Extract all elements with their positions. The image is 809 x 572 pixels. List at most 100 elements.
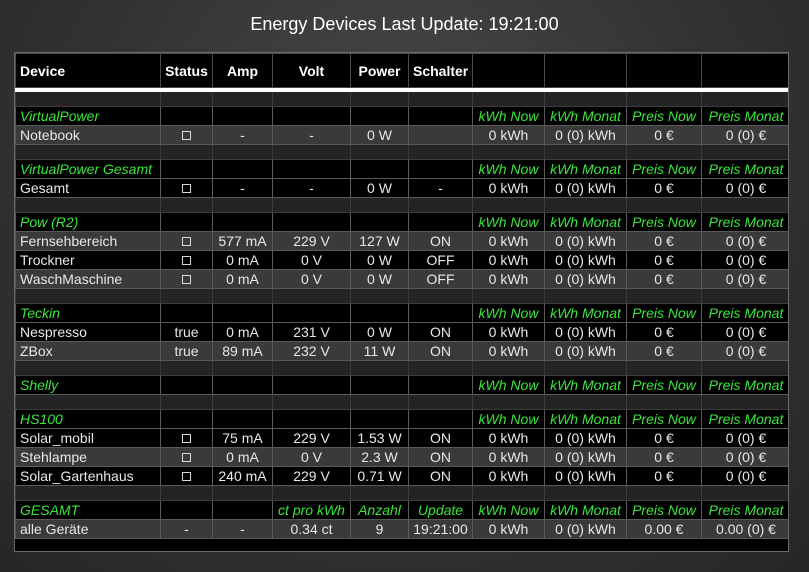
spacer-cell (15, 144, 161, 160)
schalter-toggle[interactable]: ON (408, 466, 473, 486)
device-kwh-now: 0 kWh (472, 269, 545, 289)
device-row: Solar_Gartenhaus 240 mA 229 V 0.71 W ON 0 kWh… (15, 466, 788, 486)
status-checkbox-icon[interactable] (182, 274, 191, 284)
device-kwh-monat: 0 (0) kWh (544, 428, 627, 448)
spacer-cell (472, 394, 545, 410)
device-power: 0 W (350, 125, 409, 145)
device-preis-now: 0 € (626, 428, 702, 448)
group-header-row: VirtualPower kWh Now kWh Monat Preis Now Pre… (15, 106, 788, 126)
spacer-cell (472, 360, 545, 376)
device-status (160, 231, 213, 251)
spacer-cell (544, 197, 627, 213)
device-volt: 0 V (272, 250, 351, 270)
status-checkbox-icon[interactable] (182, 183, 191, 193)
device-name: Trockner (15, 250, 161, 270)
device-volt: 231 V (272, 322, 351, 342)
device-name: Solar_mobil (15, 428, 161, 448)
device-volt: 0 V (272, 447, 351, 467)
device-preis-monat: 0 (0) € (701, 269, 788, 289)
gesamt-device: alle Geräte (15, 519, 161, 539)
schalter-toggle[interactable]: ON (408, 341, 473, 361)
status-checkbox-icon[interactable] (182, 452, 191, 462)
schalter-toggle[interactable]: ON (408, 447, 473, 467)
group-header-empty-cell (408, 375, 473, 395)
spacer-cell (626, 91, 702, 107)
status-checkbox-icon[interactable] (182, 433, 191, 443)
device-name: Nespresso (15, 322, 161, 342)
device-power: 0 W (350, 250, 409, 270)
metric-header: kWh Monat (544, 159, 627, 179)
device-kwh-now: 0 kWh (472, 322, 545, 342)
group-header-empty-cell (350, 106, 409, 126)
schalter-toggle[interactable]: OFF (408, 250, 473, 270)
gesamt-kwh-now: 0 kWh (472, 519, 545, 539)
status-checkbox-icon[interactable] (182, 236, 191, 246)
spacer-cell (272, 144, 351, 160)
group-header-empty-cell (350, 375, 409, 395)
device-kwh-monat: 0 (0) kWh (544, 178, 627, 198)
spacer-cell (544, 360, 627, 376)
group-header-empty-cell (272, 212, 351, 232)
status-checkbox-icon[interactable] (182, 130, 191, 140)
status-checkbox-icon[interactable] (182, 255, 191, 265)
spacer-cell (160, 394, 213, 410)
device-preis-now: 0 € (626, 322, 702, 342)
gesamt-update: 19:21:00 (408, 519, 473, 539)
spacer-cell (408, 394, 473, 410)
spacer-cell (15, 394, 161, 410)
device-amp: 0 mA (212, 269, 273, 289)
metric-header: kWh Now (472, 375, 545, 395)
metric-header: kWh Monat (544, 106, 627, 126)
spacer-cell (350, 485, 409, 501)
spacer-cell (472, 144, 545, 160)
group-header-empty-cell (212, 375, 273, 395)
spacer-cell (272, 197, 351, 213)
spacer-cell (701, 91, 788, 107)
schalter-toggle[interactable]: ON (408, 428, 473, 448)
group-name: VirtualPower Gesamt (15, 159, 161, 179)
gesamt-header: Update (408, 500, 473, 520)
group-header-row: Shelly kWh Now kWh Monat Preis Now Preis Mon… (15, 375, 788, 395)
spacer-cell (626, 360, 702, 376)
device-kwh-monat: 0 (0) kWh (544, 250, 627, 270)
spacer-row (15, 288, 788, 304)
gesamt-header: kWh Monat (544, 500, 627, 520)
group-header-empty-cell (160, 106, 213, 126)
spacer-cell (15, 197, 161, 213)
metric-header: Preis Now (626, 212, 702, 232)
group-header-empty-cell (350, 212, 409, 232)
schalter-toggle[interactable]: OFF (408, 269, 473, 289)
spacer-cell (626, 197, 702, 213)
group-header-empty-cell (350, 409, 409, 429)
spacer-cell (544, 485, 627, 501)
metric-header: Preis Monat (701, 159, 788, 179)
spacer-cell (701, 144, 788, 160)
device-amp: 240 mA (212, 466, 273, 486)
device-status: true (160, 341, 213, 361)
device-power: 1.53 W (350, 428, 409, 448)
metric-header: Preis Monat (701, 303, 788, 323)
column-header-power: Power (350, 53, 409, 88)
schalter-toggle[interactable]: ON (408, 231, 473, 251)
schalter-toggle[interactable]: ON (408, 322, 473, 342)
column-header-schalter: Schalter (408, 53, 473, 88)
status-checkbox-icon[interactable] (182, 471, 191, 481)
device-power: 2.3 W (350, 447, 409, 467)
device-power: 0.71 W (350, 466, 409, 486)
metric-header: Preis Monat (701, 212, 788, 232)
group-header-empty-cell (272, 409, 351, 429)
devices-table-body: VirtualPower kWh Now kWh Monat Preis Now Pre… (15, 91, 788, 539)
spacer-cell (626, 144, 702, 160)
device-status: true (160, 322, 213, 342)
spacer-cell (544, 288, 627, 304)
spacer-cell (15, 485, 161, 501)
group-header-empty-cell (272, 375, 351, 395)
spacer-cell (272, 288, 351, 304)
device-power: 0 W (350, 178, 409, 198)
spacer-cell (212, 197, 273, 213)
device-row: Trockner 0 mA 0 V0 W OFF 0 kWh 0 (0) kWh 0 €0 … (15, 250, 788, 270)
device-kwh-monat: 0 (0) kWh (544, 466, 627, 486)
group-header-empty-cell (212, 159, 273, 179)
spacer-cell (350, 288, 409, 304)
gesamt-ct: 0.34 ct (272, 519, 351, 539)
